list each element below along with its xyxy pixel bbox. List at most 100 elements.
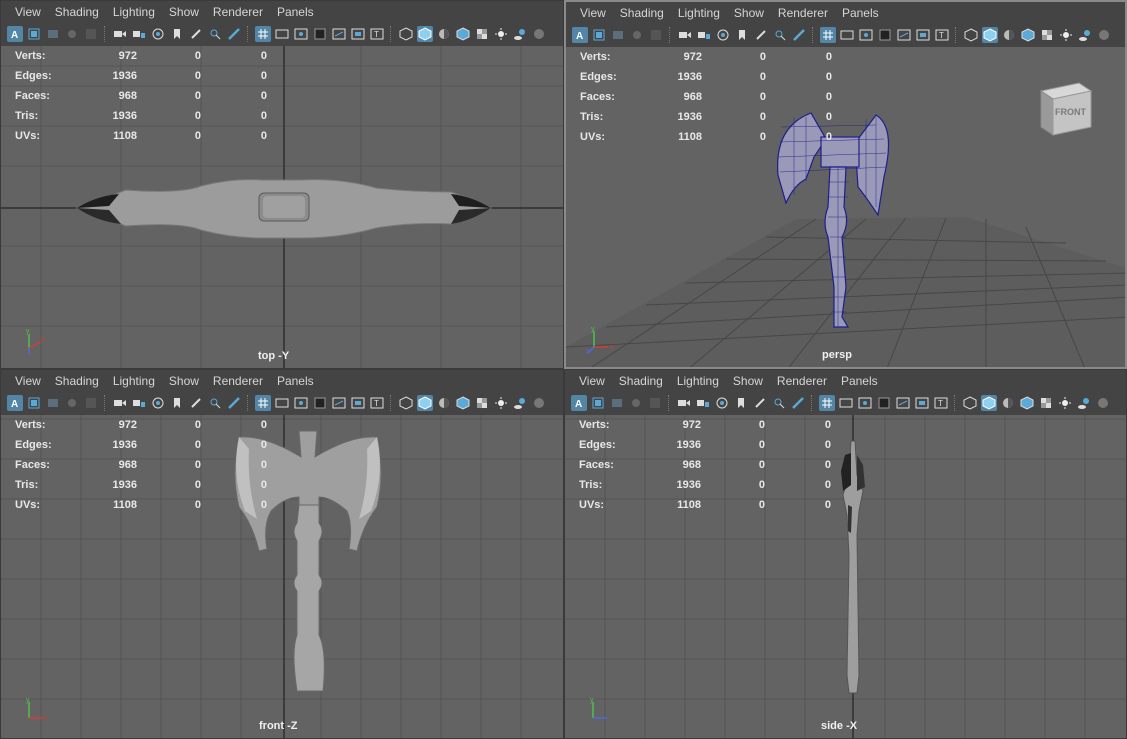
- wireframe-icon[interactable]: [962, 395, 978, 411]
- menu-show[interactable]: Show: [727, 374, 771, 388]
- lights-icon[interactable]: [493, 26, 509, 42]
- film-gate-toggle-icon[interactable]: [274, 395, 290, 411]
- ambient-occlusion-icon[interactable]: [531, 395, 547, 411]
- lights-icon[interactable]: [1057, 395, 1073, 411]
- panel-top[interactable]: View Shading Lighting Show Renderer Pane…: [0, 0, 564, 369]
- bookmark-icon[interactable]: [64, 395, 80, 411]
- menu-panels[interactable]: Panels: [271, 374, 322, 388]
- wireframe-icon[interactable]: [398, 26, 414, 42]
- field-chart-icon[interactable]: [331, 395, 347, 411]
- resolution-gate-icon[interactable]: [293, 395, 309, 411]
- snap-icon[interactable]: [207, 395, 223, 411]
- textured-icon[interactable]: [1039, 27, 1055, 43]
- select-camera-icon[interactable]: A: [7, 395, 23, 411]
- lock-camera-icon[interactable]: [591, 27, 607, 43]
- safe-action-icon[interactable]: [915, 27, 931, 43]
- film-gate-icon[interactable]: [150, 395, 166, 411]
- resolution-gate-icon[interactable]: [293, 26, 309, 42]
- ambient-occlusion-icon[interactable]: [1096, 27, 1112, 43]
- camera-icon[interactable]: [112, 26, 128, 42]
- grid-icon[interactable]: [820, 27, 836, 43]
- camera-lock-icon[interactable]: [695, 395, 711, 411]
- menu-shading[interactable]: Shading: [49, 5, 107, 19]
- film-gate-icon[interactable]: [150, 26, 166, 42]
- lock-camera-icon[interactable]: [26, 395, 42, 411]
- gate-mask-icon[interactable]: [312, 26, 328, 42]
- lights-icon[interactable]: [1058, 27, 1074, 43]
- menu-view[interactable]: View: [9, 5, 49, 19]
- grid-icon[interactable]: [819, 395, 835, 411]
- panel-persp[interactable]: View Shading Lighting Show Renderer Pane…: [564, 0, 1127, 369]
- film-gate-toggle-icon[interactable]: [839, 27, 855, 43]
- default-material-icon[interactable]: [436, 395, 452, 411]
- viewport-top[interactable]: Verts: 972 0 0 Edges: 1936 0 0 Faces: 968 0 0 Tri…: [1, 46, 563, 368]
- safe-title-icon[interactable]: T: [369, 26, 385, 42]
- smooth-shade-icon[interactable]: [417, 26, 433, 42]
- bookmark-flag-icon[interactable]: [733, 395, 749, 411]
- camera-icon[interactable]: [112, 395, 128, 411]
- safe-action-icon[interactable]: [350, 26, 366, 42]
- select-camera-icon[interactable]: A: [571, 395, 587, 411]
- lock-camera-icon[interactable]: [590, 395, 606, 411]
- menu-renderer[interactable]: Renderer: [207, 374, 271, 388]
- pencil-icon[interactable]: [226, 26, 242, 42]
- camera-attributes-icon[interactable]: [609, 395, 625, 411]
- grease-pencil-icon[interactable]: [752, 395, 768, 411]
- shadows-icon[interactable]: [512, 26, 528, 42]
- grease-pencil-icon[interactable]: [188, 395, 204, 411]
- menu-view[interactable]: View: [574, 6, 614, 20]
- grease-pencil-icon[interactable]: [753, 27, 769, 43]
- menu-lighting[interactable]: Lighting: [107, 5, 163, 19]
- gate-mask-icon[interactable]: [877, 27, 893, 43]
- bookmark-icon[interactable]: [629, 27, 645, 43]
- grease-pencil-icon[interactable]: [188, 26, 204, 42]
- camera-icon[interactable]: [676, 395, 692, 411]
- menu-show[interactable]: Show: [163, 5, 207, 19]
- menu-renderer[interactable]: Renderer: [207, 5, 271, 19]
- menu-panels[interactable]: Panels: [835, 374, 886, 388]
- camera-attributes-icon[interactable]: [45, 395, 61, 411]
- bookmark-flag-icon[interactable]: [734, 27, 750, 43]
- viewport-side[interactable]: Verts: 972 0 0 Edges: 1936 0 0 Faces: 968 0 0 Tri…: [565, 415, 1126, 738]
- wireframe-on-shaded-icon[interactable]: [1019, 395, 1035, 411]
- default-material-icon[interactable]: [1000, 395, 1016, 411]
- menu-renderer[interactable]: Renderer: [771, 374, 835, 388]
- pencil-icon[interactable]: [790, 395, 806, 411]
- resolution-gate-icon[interactable]: [857, 395, 873, 411]
- film-gate-toggle-icon[interactable]: [274, 26, 290, 42]
- menu-shading[interactable]: Shading: [613, 374, 671, 388]
- gate-mask-icon[interactable]: [312, 395, 328, 411]
- menu-renderer[interactable]: Renderer: [772, 6, 836, 20]
- bookmark-icon[interactable]: [628, 395, 644, 411]
- menu-panels[interactable]: Panels: [271, 5, 322, 19]
- menu-lighting[interactable]: Lighting: [107, 374, 163, 388]
- menu-view[interactable]: View: [573, 374, 613, 388]
- snap-icon[interactable]: [771, 395, 787, 411]
- menu-panels[interactable]: Panels: [836, 6, 887, 20]
- image-plane-icon[interactable]: [83, 395, 99, 411]
- select-camera-icon[interactable]: A: [572, 27, 588, 43]
- panel-front[interactable]: View Shading Lighting Show Renderer Pane…: [0, 369, 564, 739]
- smooth-shade-icon[interactable]: [982, 27, 998, 43]
- bookmark-icon[interactable]: [64, 26, 80, 42]
- resolution-gate-icon[interactable]: [858, 27, 874, 43]
- lights-icon[interactable]: [493, 395, 509, 411]
- pencil-icon[interactable]: [791, 27, 807, 43]
- film-gate-icon[interactable]: [714, 395, 730, 411]
- wireframe-icon[interactable]: [398, 395, 414, 411]
- panel-side[interactable]: View Shading Lighting Show Renderer Pane…: [564, 369, 1127, 739]
- gate-mask-icon[interactable]: [876, 395, 892, 411]
- viewport-front[interactable]: Verts: 972 0 0 Edges: 1936 0 0 Faces: 968 0 0 Tri…: [1, 415, 563, 738]
- film-gate-toggle-icon[interactable]: [838, 395, 854, 411]
- ambient-occlusion-icon[interactable]: [531, 26, 547, 42]
- wireframe-on-shaded-icon[interactable]: [1020, 27, 1036, 43]
- camera-lock-icon[interactable]: [131, 26, 147, 42]
- field-chart-icon[interactable]: [895, 395, 911, 411]
- shadows-icon[interactable]: [1077, 27, 1093, 43]
- camera-icon[interactable]: [677, 27, 693, 43]
- snap-icon[interactable]: [772, 27, 788, 43]
- film-gate-icon[interactable]: [715, 27, 731, 43]
- field-chart-icon[interactable]: [331, 26, 347, 42]
- image-plane-icon[interactable]: [83, 26, 99, 42]
- textured-icon[interactable]: [1038, 395, 1054, 411]
